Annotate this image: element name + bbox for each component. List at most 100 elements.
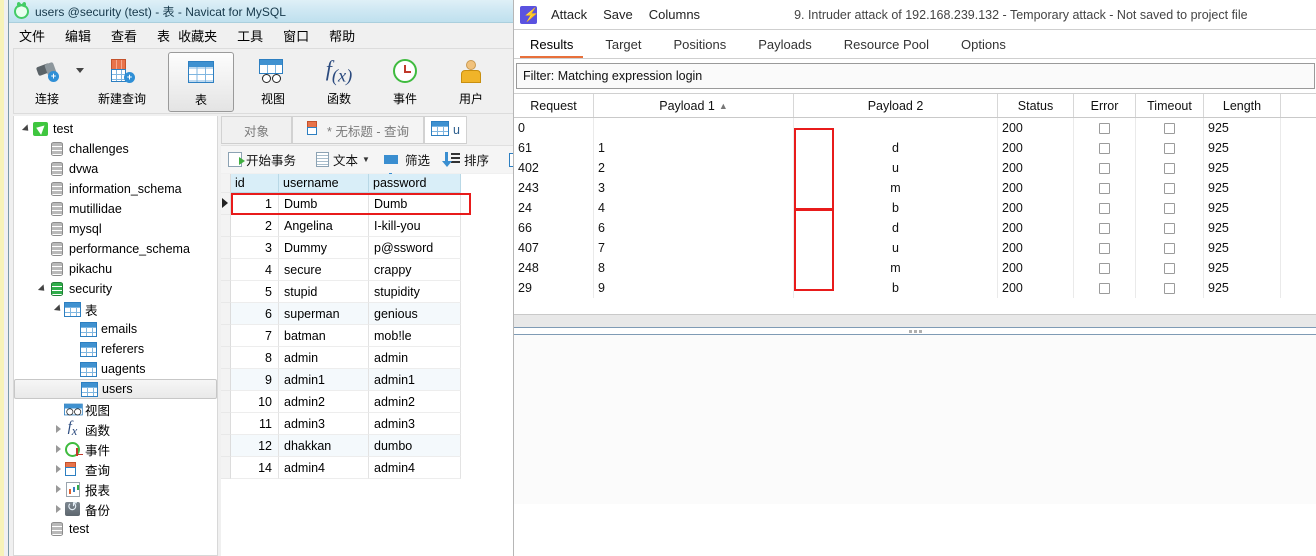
menu-file[interactable]: 文件 xyxy=(19,26,45,45)
filter-button[interactable]: 筛选 xyxy=(377,148,437,178)
timeout-checkbox[interactable] xyxy=(1164,202,1175,214)
cell-payload1[interactable]: 9 xyxy=(594,278,794,298)
column-header-payload-2[interactable]: Payload 2 xyxy=(794,94,998,117)
navicat-sidebar-tree[interactable]: test challenges dvwa information_schema muti… xyxy=(13,116,218,556)
cell-error[interactable] xyxy=(1074,158,1136,178)
error-checkbox[interactable] xyxy=(1099,182,1110,194)
cell-password[interactable]: crappy xyxy=(369,259,461,281)
cell-timeout[interactable] xyxy=(1136,278,1204,298)
row-selector[interactable] xyxy=(221,435,231,457)
timeout-checkbox[interactable] xyxy=(1164,122,1175,134)
cell-username[interactable]: Angelina xyxy=(279,215,369,237)
cell-timeout[interactable] xyxy=(1136,198,1204,218)
cell-payload1[interactable]: 1 xyxy=(594,138,794,158)
error-checkbox[interactable] xyxy=(1099,222,1110,234)
cell-id[interactable]: 8 xyxy=(231,347,279,369)
cell-error[interactable] xyxy=(1074,218,1136,238)
cell-status[interactable]: 200 xyxy=(998,198,1074,218)
tree-item-[interactable]: fx 函数 xyxy=(14,419,217,439)
menu-window[interactable]: 窗口 xyxy=(283,26,309,45)
expand-twisty-icon[interactable] xyxy=(52,465,64,473)
timeout-checkbox[interactable] xyxy=(1164,222,1175,234)
table-row[interactable]: 12 dhakkan dumbo xyxy=(221,435,513,457)
cell-error[interactable] xyxy=(1074,198,1136,218)
table-row[interactable]: 24 4 b 200 925 xyxy=(514,198,1316,218)
cell-username[interactable]: Dumb xyxy=(279,193,369,215)
cell-payload1[interactable]: 7 xyxy=(594,238,794,258)
column-header-payload-1[interactable]: Payload 1 ▲ xyxy=(594,94,794,117)
menu-favorites[interactable]: 收藏夹 xyxy=(178,26,217,45)
tree-item-[interactable]: 报表 xyxy=(14,479,217,499)
chevron-down-icon[interactable]: ▼ xyxy=(362,155,370,164)
cell-status[interactable]: 200 xyxy=(998,118,1074,138)
menu-edit[interactable]: 编辑 xyxy=(65,26,91,45)
error-checkbox[interactable] xyxy=(1099,262,1110,274)
error-checkbox[interactable] xyxy=(1099,122,1110,134)
cell-status[interactable]: 200 xyxy=(998,238,1074,258)
cell-payload2[interactable]: b xyxy=(794,198,998,218)
tab-untitled-query[interactable]: * 无标题 - 查询 xyxy=(292,116,424,144)
cell-payload1[interactable]: 4 xyxy=(594,198,794,218)
cell-error[interactable] xyxy=(1074,278,1136,298)
begin-transaction-button[interactable]: 开始事务 xyxy=(221,148,303,172)
tree-item-uagents[interactable]: uagents xyxy=(14,359,217,379)
collapse-twisty-icon[interactable] xyxy=(52,305,64,313)
table-row[interactable]: 402 2 u 200 925 xyxy=(514,158,1316,178)
row-selector[interactable] xyxy=(221,457,231,479)
cell-id[interactable]: 4 xyxy=(231,259,279,281)
cell-length[interactable]: 925 xyxy=(1204,218,1281,238)
tab-resource-pool[interactable]: Resource Pool xyxy=(828,30,945,58)
cell-username[interactable]: admin xyxy=(279,347,369,369)
tree-item-emails[interactable]: emails xyxy=(14,319,217,339)
timeout-checkbox[interactable] xyxy=(1164,142,1175,154)
column-header-status[interactable]: Status xyxy=(998,94,1074,117)
column-header-error[interactable]: Error xyxy=(1074,94,1136,117)
grid-column-header-password[interactable]: password xyxy=(369,174,461,193)
row-selector[interactable] xyxy=(221,369,231,391)
table-row[interactable]: 5 stupid stupidity xyxy=(221,281,513,303)
row-selector[interactable] xyxy=(221,303,231,325)
row-selector[interactable] xyxy=(221,347,231,369)
cell-status[interactable]: 200 xyxy=(998,258,1074,278)
cell-password[interactable]: admin1 xyxy=(369,369,461,391)
error-checkbox[interactable] xyxy=(1099,282,1110,294)
cell-password[interactable]: admin4 xyxy=(369,457,461,479)
tree-item-[interactable]: 视图 xyxy=(14,399,217,419)
cell-payload2[interactable] xyxy=(794,118,998,138)
expand-twisty-icon[interactable] xyxy=(52,425,64,433)
timeout-checkbox[interactable] xyxy=(1164,182,1175,194)
cell-status[interactable]: 200 xyxy=(998,278,1074,298)
cell-request[interactable]: 29 xyxy=(514,278,594,298)
cell-username[interactable]: admin3 xyxy=(279,413,369,435)
table-row[interactable]: 14 admin4 admin4 xyxy=(221,457,513,479)
menu-tools[interactable]: 工具 xyxy=(237,26,263,45)
tab-results[interactable]: Results xyxy=(514,30,589,58)
row-selector[interactable] xyxy=(221,413,231,435)
table-row[interactable]: 8 admin admin xyxy=(221,347,513,369)
cell-id[interactable]: 2 xyxy=(231,215,279,237)
splitter-dots-icon[interactable] xyxy=(514,328,1316,334)
cell-payload1[interactable] xyxy=(594,118,794,138)
timeout-checkbox[interactable] xyxy=(1164,242,1175,254)
cell-length[interactable]: 925 xyxy=(1204,278,1281,298)
toolbar-table-button[interactable]: 表 xyxy=(168,52,234,112)
table-row[interactable]: 407 7 u 200 925 xyxy=(514,238,1316,258)
sort-button[interactable]: 排序 xyxy=(437,148,496,172)
cell-username[interactable]: secure xyxy=(279,259,369,281)
cell-password[interactable]: admin xyxy=(369,347,461,369)
cell-id[interactable]: 3 xyxy=(231,237,279,259)
tab-positions[interactable]: Positions xyxy=(658,30,743,58)
cell-length[interactable]: 925 xyxy=(1204,158,1281,178)
cell-id[interactable]: 11 xyxy=(231,413,279,435)
cell-id[interactable]: 12 xyxy=(231,435,279,457)
cell-length[interactable]: 925 xyxy=(1204,258,1281,278)
toolbar-event-button[interactable]: 事件 xyxy=(372,52,438,112)
cell-payload2[interactable]: u xyxy=(794,158,998,178)
tree-item-security[interactable]: security xyxy=(14,279,217,299)
expand-twisty-icon[interactable] xyxy=(52,485,64,493)
cell-id[interactable]: 9 xyxy=(231,369,279,391)
column-header-request[interactable]: Request xyxy=(514,94,594,117)
navicat-data-grid[interactable]: id username password 1 Dumb Dumb 2 Angelina I-ki… xyxy=(221,174,513,556)
timeout-checkbox[interactable] xyxy=(1164,282,1175,294)
cell-id[interactable]: 5 xyxy=(231,281,279,303)
